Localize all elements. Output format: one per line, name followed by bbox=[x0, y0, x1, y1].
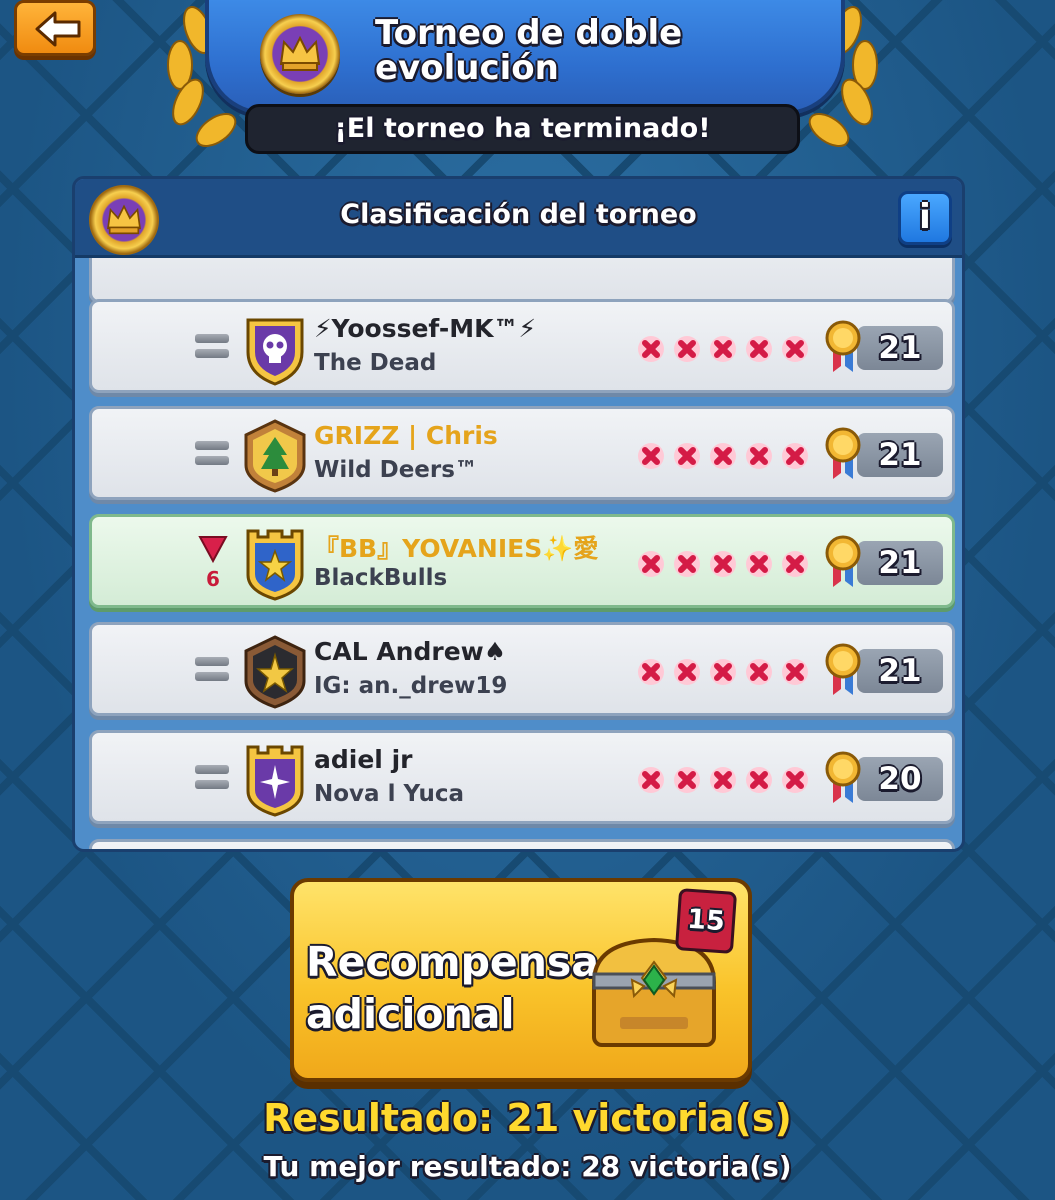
player-name: adiel jr bbox=[314, 745, 413, 774]
loss-x-icon bbox=[782, 767, 808, 793]
rank-unchanged-icon bbox=[195, 657, 229, 683]
loss-x-icon bbox=[782, 659, 808, 685]
loss-marks bbox=[637, 335, 817, 363]
wins-count: 21 bbox=[878, 437, 922, 473]
loss-x-icon bbox=[638, 336, 664, 362]
leaderboard-title: Clasificación del torneo bbox=[340, 199, 697, 230]
loss-x-icon bbox=[710, 443, 736, 469]
rank-down-icon bbox=[198, 536, 228, 563]
loss-marks bbox=[637, 442, 817, 470]
clan-name: Nova l Yuca bbox=[314, 781, 464, 807]
loss-x-icon bbox=[710, 767, 736, 793]
wins-box: 21 bbox=[857, 541, 943, 585]
bonus-reward-label: Recompensa adicional bbox=[306, 938, 599, 1038]
leaderboard-header: Clasificación del torneo i bbox=[75, 179, 962, 255]
loss-x-icon bbox=[674, 443, 700, 469]
tournament-title: Torneo de doble evolución bbox=[375, 13, 683, 88]
loss-x-icon bbox=[638, 767, 664, 793]
info-button[interactable]: i bbox=[898, 191, 952, 245]
clan-name: Wild Deers™ bbox=[314, 457, 478, 483]
clan-name: IG: an._drew19 bbox=[314, 673, 508, 699]
loss-marks bbox=[637, 766, 817, 794]
tournament-status: ¡El torneo ha terminado! bbox=[245, 104, 800, 154]
burst-tower-badge-icon bbox=[246, 745, 304, 817]
loss-x-icon bbox=[710, 551, 736, 577]
loss-x-icon bbox=[674, 551, 700, 577]
player-name: ⚡Yoossef-MK™⚡ bbox=[314, 314, 537, 343]
medal-icon bbox=[825, 751, 861, 803]
rank-unchanged-icon bbox=[195, 441, 229, 467]
crown-icon bbox=[260, 14, 340, 94]
loss-x-icon bbox=[782, 551, 808, 577]
loss-x-icon bbox=[674, 659, 700, 685]
table-row[interactable]: ⚡Yoossef-MK™⚡ The Dead 21 bbox=[89, 299, 955, 393]
star-tower-badge-icon bbox=[246, 529, 304, 601]
wins-box: 21 bbox=[857, 433, 943, 477]
loss-x-icon bbox=[710, 659, 736, 685]
bonus-reward-button[interactable]: Recompensa adicional 15 bbox=[290, 878, 752, 1082]
wins-box: 21 bbox=[857, 649, 943, 693]
medal-icon bbox=[825, 643, 861, 695]
loss-x-icon bbox=[638, 443, 664, 469]
loss-marks bbox=[637, 658, 817, 686]
back-button[interactable] bbox=[14, 0, 96, 56]
rank-unchanged-icon bbox=[195, 334, 229, 360]
tree-shield-badge-icon bbox=[244, 419, 306, 493]
loss-x-icon bbox=[746, 659, 772, 685]
loss-x-icon bbox=[746, 551, 772, 577]
table-row[interactable]: GRIZZ | Chris Wild Deers™ 21 bbox=[89, 406, 955, 500]
chest-count: 15 bbox=[674, 888, 738, 954]
medal-icon bbox=[825, 320, 861, 372]
rank-change: 6 bbox=[206, 567, 220, 591]
clan-name: The Dead bbox=[314, 350, 437, 376]
wins-count: 21 bbox=[878, 330, 922, 366]
result-text: Resultado: 21 victoria(s) bbox=[263, 1096, 792, 1140]
wins-count: 20 bbox=[878, 761, 922, 797]
medal-icon bbox=[825, 427, 861, 479]
table-row-current-player[interactable]: 6 『BB』YOVANIES✨愛 BlackBulls 21 bbox=[89, 514, 955, 608]
loss-x-icon bbox=[674, 767, 700, 793]
medal-icon bbox=[825, 535, 861, 587]
wins-count: 21 bbox=[878, 545, 922, 581]
wins-count: 21 bbox=[878, 653, 922, 689]
star-shield-badge-icon bbox=[244, 635, 306, 709]
loss-x-icon bbox=[638, 659, 664, 685]
loss-x-icon bbox=[746, 443, 772, 469]
table-row-partial-bottom bbox=[89, 839, 955, 849]
wins-box: 21 bbox=[857, 326, 943, 370]
leaderboard-panel: Clasificación del torneo i ⚡Yoossef-MK™⚡… bbox=[72, 176, 965, 852]
loss-x-icon bbox=[746, 336, 772, 362]
loss-x-icon bbox=[638, 551, 664, 577]
player-name: CAL Andrew♠ bbox=[314, 637, 507, 666]
loss-x-icon bbox=[782, 336, 808, 362]
table-row[interactable]: adiel jr Nova l Yuca 20 bbox=[89, 730, 955, 824]
arrow-left-icon bbox=[35, 11, 81, 47]
best-result-text: Tu mejor resultado: 28 victoria(s) bbox=[263, 1150, 792, 1183]
loss-x-icon bbox=[746, 767, 772, 793]
loss-marks bbox=[637, 550, 817, 578]
loss-x-icon bbox=[782, 443, 808, 469]
player-name: 『BB』YOVANIES✨愛 bbox=[314, 534, 599, 563]
wins-box: 20 bbox=[857, 757, 943, 801]
skull-shield-badge-icon bbox=[246, 318, 304, 386]
clan-name: BlackBulls bbox=[314, 565, 448, 591]
player-name: GRIZZ | Chris bbox=[314, 421, 498, 450]
loss-x-icon bbox=[710, 336, 736, 362]
rank-unchanged-icon bbox=[195, 765, 229, 791]
loss-x-icon bbox=[674, 336, 700, 362]
table-row[interactable]: CAL Andrew♠ IG: an._drew19 21 bbox=[89, 622, 955, 716]
